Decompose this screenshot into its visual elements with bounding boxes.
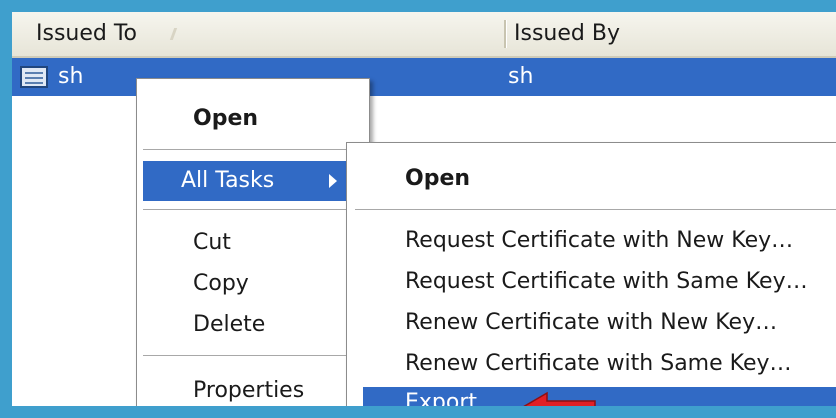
issued-by-cell: sh [508, 64, 534, 89]
menu-item-all-tasks[interactable]: All Tasks [143, 161, 347, 201]
column-resize-mark [169, 28, 178, 40]
submenu-item-export[interactable]: Export… [363, 387, 836, 406]
issued-to-cell: sh [58, 64, 84, 89]
menu-item-cut[interactable]: Cut [141, 223, 345, 263]
submenu-item-open[interactable]: Open [351, 159, 836, 199]
menu-item-copy[interactable]: Copy [141, 264, 345, 304]
menu-item-open[interactable]: Open [141, 99, 365, 139]
all-tasks-submenu: Open Request Certificate with New Key… R… [346, 142, 836, 406]
menu-item-delete[interactable]: Delete [141, 305, 345, 345]
red-pointer-arrow-icon [523, 391, 596, 406]
submenu-arrow-icon [329, 174, 337, 188]
menu-separator [143, 149, 363, 151]
submenu-item-request-same-key[interactable]: Request Certificate with Same Key… [351, 262, 836, 302]
column-divider[interactable] [504, 20, 507, 48]
column-header-bar: Issued To Issued By [12, 12, 836, 58]
menu-item-properties[interactable]: Properties [141, 371, 345, 406]
submenu-item-renew-same-key[interactable]: Renew Certificate with Same Key… [351, 344, 836, 384]
menu-separator [143, 209, 347, 211]
submenu-separator [355, 209, 836, 211]
certificate-list-window: Issued To Issued By sh sh Open All Tasks… [12, 12, 836, 406]
menu-separator [143, 355, 347, 357]
submenu-item-request-new-key[interactable]: Request Certificate with New Key… [351, 221, 836, 261]
column-header-issued-by[interactable]: Issued By [514, 12, 620, 56]
certificate-icon [20, 66, 48, 88]
submenu-item-renew-new-key[interactable]: Renew Certificate with New Key… [351, 303, 836, 343]
context-menu: Open All Tasks Cut Copy Delete Propertie… [136, 78, 370, 406]
column-header-issued-to[interactable]: Issued To [36, 12, 137, 56]
menu-item-all-tasks-label: All Tasks [181, 168, 275, 193]
submenu-item-export-label: Export… [405, 390, 500, 406]
